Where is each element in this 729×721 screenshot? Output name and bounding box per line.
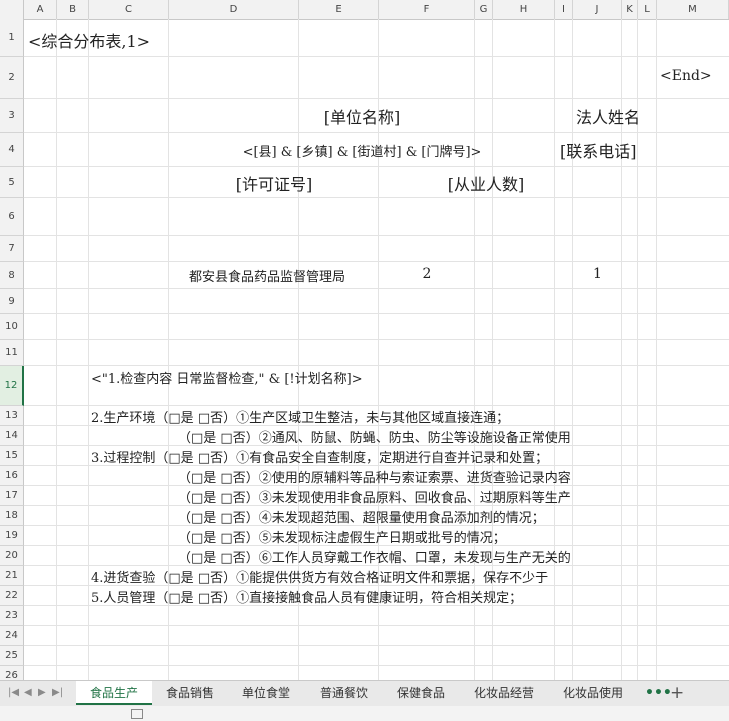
cell-c21[interactable]: 4.进货查验（□是 □否）①能提供供货方有效合格证明文件和票据，保存不少于 <box>91 567 548 586</box>
gridline <box>24 288 729 289</box>
row-header[interactable]: 14 <box>0 426 24 446</box>
cell-f8-value[interactable]: 2 <box>379 266 475 282</box>
sheet-tab-bar: |◀ ◀ ▶ ▶| 食品生产 食品销售 单位食堂 普通餐饮 保健食品 化妆品经营… <box>0 680 729 706</box>
row-header[interactable]: 1 <box>0 19 24 57</box>
column-header-d[interactable]: D <box>169 0 299 19</box>
cell-c19[interactable]: （□是 □否）⑤未发现标注虚假生产日期或批号的情况； <box>178 527 506 546</box>
row-header[interactable]: 24 <box>0 626 24 646</box>
row-header[interactable]: 21 <box>0 566 24 586</box>
column-header-g[interactable]: G <box>475 0 493 19</box>
status-bar <box>0 706 729 721</box>
column-header-k[interactable]: K <box>622 0 638 19</box>
row-header[interactable]: 9 <box>0 289 24 314</box>
sheet-tab-cosmetics-business[interactable]: 化妆品经营 <box>462 681 546 705</box>
sheet-tab-canteen[interactable]: 单位食堂 <box>230 681 302 705</box>
gridline <box>24 405 729 406</box>
row-header[interactable]: 17 <box>0 486 24 506</box>
column-header-f[interactable]: F <box>379 0 475 19</box>
cell-j8-value[interactable]: 1 <box>573 266 622 282</box>
gridline <box>24 313 729 314</box>
row-header[interactable]: 20 <box>0 546 24 566</box>
sheet-tab-catering[interactable]: 普通餐饮 <box>308 681 380 705</box>
gridline <box>24 625 729 626</box>
row-header[interactable]: 4 <box>0 133 24 167</box>
cell-c12-formula[interactable]: <"1.检查内容 日常监督检查," & [!计划名称]> <box>91 368 363 387</box>
gridline <box>24 235 729 236</box>
spreadsheet-grid[interactable]: A B C D E F G H I J K L M 1 2 3 4 5 6 7 <box>0 0 729 680</box>
column-header-i[interactable]: I <box>555 0 573 19</box>
row-header[interactable]: 16 <box>0 466 24 486</box>
row-header[interactable]: 22 <box>0 586 24 606</box>
cell-c18[interactable]: （□是 □否）④未发现超范围、超限量使用食品添加剂的情况； <box>178 507 545 526</box>
next-sheet-icon[interactable]: ▶ <box>38 687 46 698</box>
cell-c17[interactable]: （□是 □否）③未发现使用非食品原料、回收食品、过期原料等生产 <box>178 487 571 506</box>
gridline <box>24 197 729 198</box>
last-sheet-icon[interactable]: ▶| <box>52 687 63 698</box>
column-header-m[interactable]: M <box>657 0 729 19</box>
row-header-active[interactable]: 12 <box>0 366 24 406</box>
row-header[interactable]: 3 <box>0 99 24 133</box>
row-header[interactable]: 5 <box>0 167 24 198</box>
row-header[interactable]: 10 <box>0 314 24 340</box>
gridline <box>656 19 657 680</box>
row-header[interactable]: 25 <box>0 646 24 666</box>
row-header[interactable]: 7 <box>0 236 24 262</box>
cell-d3-unit-name[interactable]: [单位名称] <box>169 104 555 128</box>
gridline <box>24 132 729 133</box>
cell-c20[interactable]: （□是 □否）⑥工作人员穿戴工作衣帽、口罩，未发现与生产无关的 <box>178 547 571 566</box>
gridline <box>24 365 729 366</box>
cell-f5-staff[interactable]: [从业人数] <box>379 171 593 195</box>
sheet-tab-cosmetics-use[interactable]: 化妆品使用 <box>550 681 636 705</box>
row-header[interactable]: 23 <box>0 606 24 626</box>
column-header-c[interactable]: C <box>89 0 169 19</box>
sheet-tab-food-production[interactable]: 食品生产 <box>76 681 152 705</box>
gridline <box>24 166 729 167</box>
gridline <box>88 19 89 680</box>
cell-d5-license[interactable]: [许可证号] <box>169 171 379 195</box>
cell-c13[interactable]: 2.生产环境（□是 □否）①生产区域卫生整洁，未与其他区域直接连通； <box>91 407 509 426</box>
column-header-e[interactable]: E <box>299 0 379 19</box>
column-header-l[interactable]: L <box>638 0 657 19</box>
row-header[interactable]: 2 <box>0 57 24 99</box>
row-header[interactable]: 11 <box>0 340 24 366</box>
column-header-a[interactable]: A <box>24 0 57 19</box>
page-layout-icon[interactable] <box>131 709 143 719</box>
column-header-b[interactable]: B <box>57 0 89 19</box>
cell-m2[interactable]: <End> <box>660 68 712 84</box>
row-header[interactable]: 13 <box>0 406 24 426</box>
select-all-corner[interactable] <box>0 0 24 19</box>
gridline <box>24 645 729 646</box>
cell-c15[interactable]: 3.过程控制（□是 □否）①有食品安全自查制度，定期进行自查并记录和处置； <box>91 447 548 466</box>
gridline <box>24 56 729 57</box>
row-header[interactable]: 26 <box>0 666 24 680</box>
row-header[interactable]: 15 <box>0 446 24 466</box>
cell-c22[interactable]: 5.人员管理（□是 □否）①直接接触食品人员有健康证明，符合相关规定； <box>91 587 522 606</box>
gridline <box>24 339 729 340</box>
gridline <box>24 665 729 666</box>
cell-d4-address[interactable]: <[县] & [乡镇] & [街道村] & [门牌号]> <box>169 141 555 160</box>
row-header[interactable]: 6 <box>0 198 24 236</box>
column-header-j[interactable]: J <box>573 0 622 19</box>
row-header[interactable]: 18 <box>0 506 24 526</box>
row-header[interactable]: 19 <box>0 526 24 546</box>
cell-c14[interactable]: （□是 □否）②通风、防鼠、防蝇、防虫、防尘等设施设备正常使用 <box>178 427 571 446</box>
gridline <box>56 19 57 680</box>
cell-d8-org[interactable]: 都安县食品药品监督管理局 <box>169 266 365 285</box>
cell-c16[interactable]: （□是 □否）②使用的原辅料等品种与索证索票、进货查验记录内容 <box>178 467 571 486</box>
column-header-h[interactable]: H <box>493 0 555 19</box>
cell-j3-legal-name[interactable]: 法人姓名 <box>576 104 640 128</box>
sheet-tab-health-food[interactable]: 保健食品 <box>385 681 457 705</box>
cell-a1[interactable]: <综合分布表,1> <box>28 28 150 52</box>
gridline <box>24 261 729 262</box>
row-header[interactable]: 8 <box>0 262 24 289</box>
add-sheet-icon[interactable]: + <box>670 681 684 705</box>
gridline <box>24 98 729 99</box>
prev-sheet-icon[interactable]: ◀ <box>24 687 32 698</box>
gridline <box>572 19 573 680</box>
sheet-tab-food-sales[interactable]: 食品销售 <box>154 681 226 705</box>
more-tabs-icon[interactable]: ••• <box>645 681 672 705</box>
first-sheet-icon[interactable]: |◀ <box>8 687 19 698</box>
cell-j4-contact[interactable]: [联系电话] <box>560 138 637 162</box>
